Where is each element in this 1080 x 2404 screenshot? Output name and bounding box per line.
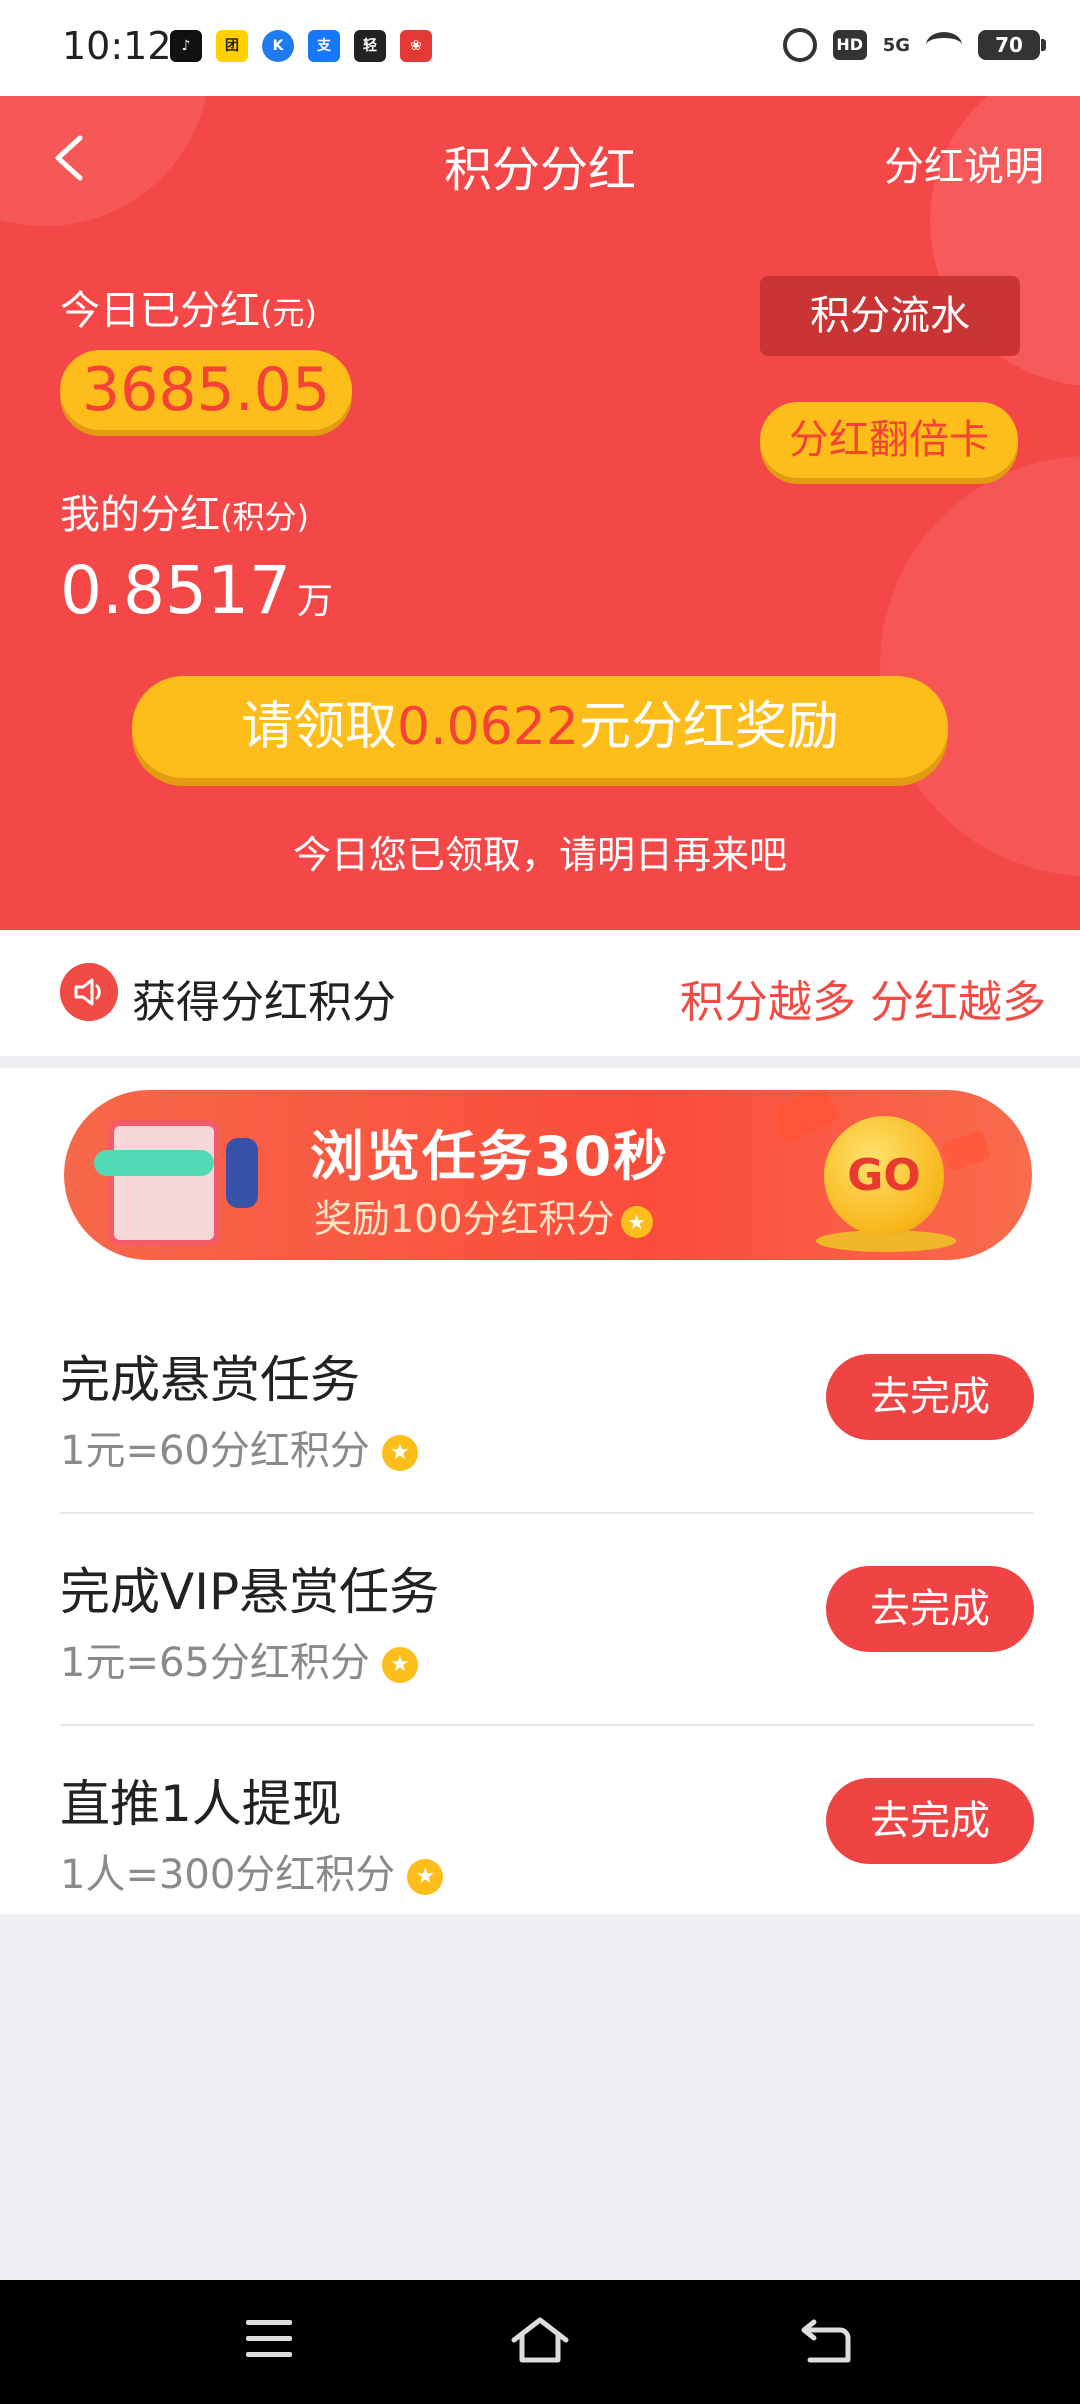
dividend-hero: 积分分红 分红说明 今日已分红(元) 3685.05 积分流水 分红翻倍卡 我的…: [0, 96, 1080, 930]
complete-task-button[interactable]: 去完成: [826, 1778, 1034, 1864]
task-reward: 1人=300分红积分 ★: [60, 1842, 444, 1900]
star-coin-icon: ★: [407, 1859, 444, 1895]
person-illustration: [226, 1138, 258, 1208]
qingyu-icon: 轻: [354, 30, 386, 62]
my-dividend-value: 0.8517 万: [60, 552, 333, 629]
promo-strip: 获得分红积分 积分越多 分红越多: [0, 930, 1080, 1056]
star-coin-icon: ★: [381, 1647, 418, 1683]
kuaishou-k-icon: K: [262, 30, 294, 62]
meituan-icon: 团: [216, 30, 248, 62]
banner-subtitle: 奖励100分红积分 ★: [314, 1188, 653, 1243]
wifi-icon: [926, 32, 962, 58]
speaker-icon: [60, 963, 118, 1021]
megaphone-icon: [768, 1090, 840, 1145]
today-dividend-amount: 3685.05: [60, 350, 353, 430]
task-reward: 1元=60分红积分 ★: [60, 1418, 418, 1476]
battery-icon: 70: [978, 30, 1046, 60]
task-title: 直推1人提现: [60, 1775, 342, 1833]
claim-reward-button[interactable]: 请领取0.0622元分红奖励: [132, 676, 948, 778]
promo-left-text: 获得分红积分: [132, 977, 396, 1028]
task-reward: 1元=65分红积分 ★: [60, 1630, 418, 1688]
phone-illustration: [108, 1120, 220, 1246]
system-nav-bar: [0, 2280, 1080, 2404]
hd-icon: HD: [832, 30, 867, 60]
complete-task-button[interactable]: 去完成: [826, 1566, 1034, 1652]
claim-status-note: 今日您已领取，请明日再来吧: [292, 833, 787, 877]
double-card-button[interactable]: 分红翻倍卡: [760, 402, 1018, 478]
star-coin-icon: ★: [620, 1205, 653, 1238]
task-title: 完成VIP悬赏任务: [60, 1563, 440, 1621]
go-coin-icon[interactable]: GO: [824, 1116, 944, 1236]
menu-icon[interactable]: [246, 2320, 292, 2358]
signal-5g-icon: 5G: [882, 34, 910, 56]
tiktok-icon: ♪: [170, 30, 202, 62]
promo-right-text: 积分越多 分红越多: [680, 977, 1046, 1028]
banner-title: 浏览任务30秒: [310, 1125, 670, 1188]
status-app-icons: ♪ 团 K 支 轻 ❀: [170, 30, 432, 62]
task-row: 直推1人提现 1人=300分红积分 ★ 去完成: [60, 1724, 1034, 1936]
dividend-explanation-link[interactable]: 分红说明: [884, 134, 1044, 192]
task-list: 浏览任务30秒 奖励100分红积分 ★ GO 完成悬赏任务 1元=60分红积分 ★ …: [0, 1068, 1080, 1914]
status-bar: 10:12 ♪ 团 K 支 轻 ❀ HD 5G 70: [0, 0, 1080, 96]
task-row: 完成VIP悬赏任务 1元=65分红积分 ★ 去完成: [60, 1512, 1034, 1726]
redbox-icon: ❀: [400, 30, 432, 62]
megaphone-small-icon: [940, 1129, 992, 1173]
task-title: 完成悬赏任务: [60, 1351, 360, 1409]
star-coin-icon: ★: [381, 1435, 418, 1471]
my-dividend-label: 我的分红(积分): [60, 492, 309, 538]
alipay-icon: 支: [308, 30, 340, 62]
today-dividend-label: 今日已分红(元): [60, 288, 317, 334]
back-icon[interactable]: [800, 2318, 852, 2364]
status-right-icons: HD 5G 70: [782, 28, 1046, 62]
points-flow-button[interactable]: 积分流水: [760, 276, 1020, 356]
home-icon[interactable]: [508, 2314, 572, 2366]
browse-task-banner[interactable]: 浏览任务30秒 奖励100分红积分 ★ GO: [64, 1090, 1032, 1260]
status-time: 10:12: [62, 24, 172, 68]
alarm-icon: [782, 28, 817, 62]
complete-task-button[interactable]: 去完成: [826, 1354, 1034, 1440]
task-row: 完成悬赏任务 1元=60分红积分 ★ 去完成: [60, 1300, 1034, 1514]
